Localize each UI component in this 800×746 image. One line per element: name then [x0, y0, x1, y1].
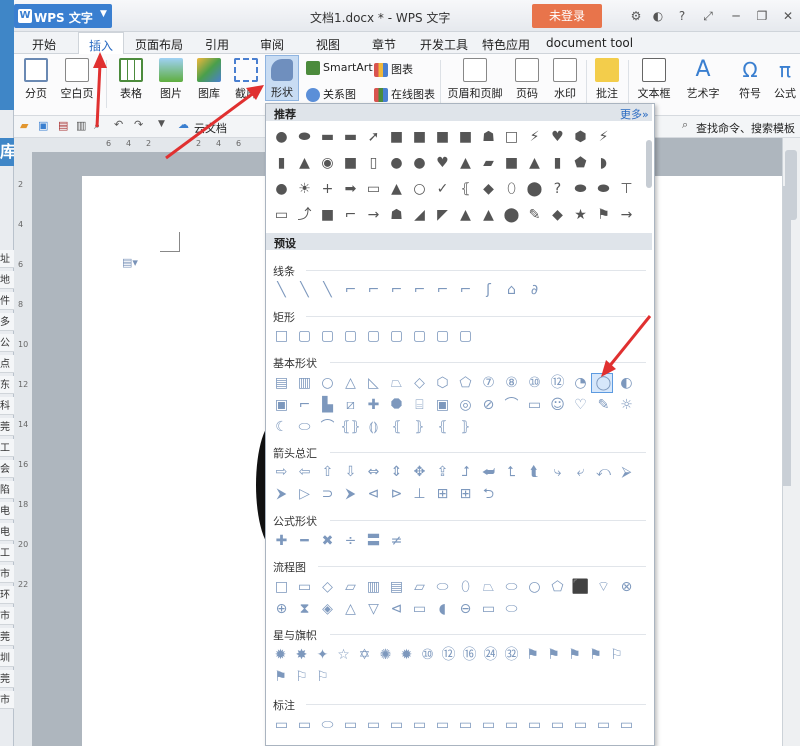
- annotation-arrows: [93, 52, 652, 377]
- arrow-to-shape-button: [165, 85, 264, 160]
- arrow-to-insert-tab: [93, 52, 107, 128]
- arrow-to-selected-shape: [601, 315, 652, 377]
